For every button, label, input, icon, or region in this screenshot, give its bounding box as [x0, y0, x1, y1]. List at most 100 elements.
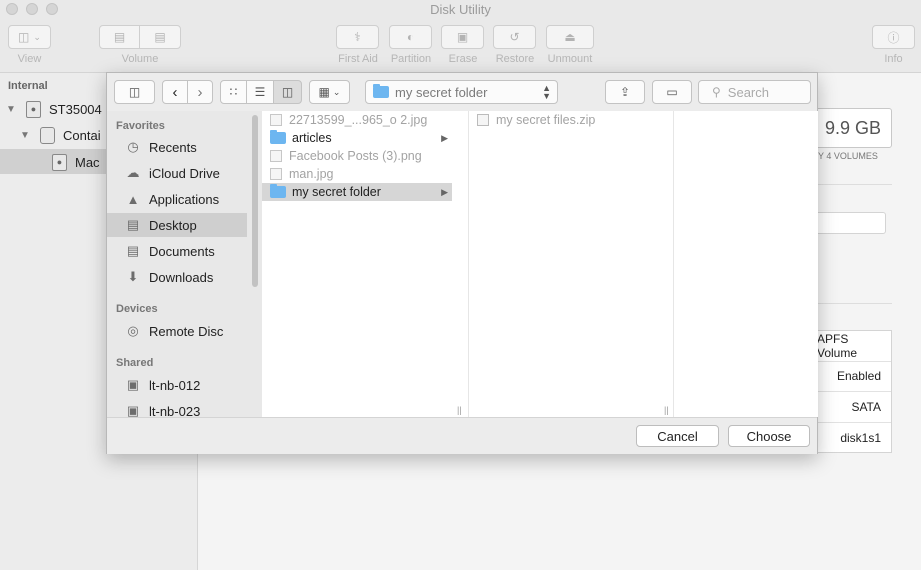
back-button[interactable]: ‹ [162, 80, 188, 104]
sidebar-item-documents[interactable]: ▤ Documents [107, 239, 247, 263]
disc-icon: ◎ [127, 323, 139, 338]
list-item[interactable]: articles ▶ [262, 129, 452, 147]
sidebar-item-icloud-drive[interactable]: ☁ iCloud Drive [107, 161, 247, 185]
list-item[interactable]: 22713599_...965_o 2.jpg [262, 111, 452, 129]
info-icon: ⓘ [887, 30, 900, 45]
remove-volume-icon: ▤ [154, 30, 166, 44]
sidebar-item-disk[interactable]: ▼ ● ST35004 [6, 98, 102, 120]
first-aid-button[interactable]: ⚕ [336, 25, 379, 49]
search-field[interactable]: ⚲ Search [698, 80, 811, 104]
sidebar-item-desktop[interactable]: ▤ Desktop [107, 213, 247, 237]
sidebar-item-applications[interactable]: ▲ Applications [107, 187, 247, 211]
sidebar-item-lt-nb-012[interactable]: ▣ lt-nb-012 [107, 373, 247, 397]
icon-view-button[interactable]: ∷ [220, 80, 247, 104]
file-name: 22713599_...965_o 2.jpg [289, 113, 428, 127]
computer-icon: ▣ [126, 403, 140, 417]
group-button[interactable]: ▦ ⌄ [309, 80, 350, 104]
list-item[interactable]: Facebook Posts (3).png [262, 147, 452, 165]
sidebar-item-label: ST35004 [49, 101, 102, 117]
sidebar-item-label: Downloads [149, 269, 214, 285]
sidebar-item-lt-nb-023[interactable]: ▣ lt-nb-023 [107, 399, 247, 417]
sidebar-item-label: Recents [149, 139, 197, 155]
open-panel: ◫ ‹ › ∷ ☰ ◫ ▦ ⌄ my secret folder ▲ ▼ ⇪ ▭ ⚲… [106, 72, 818, 454]
disclosure-triangle-icon[interactable]: ▼ [20, 130, 34, 141]
list-item[interactable]: my secret files.zip [469, 111, 659, 129]
sidebar-item-label: Desktop [149, 217, 197, 233]
erase-button[interactable]: ▣ [441, 25, 484, 49]
info-connection-value: SATA [817, 392, 891, 423]
volume-label: Volume [121, 53, 159, 65]
file-name: man.jpg [289, 167, 334, 181]
sidebar-scrollbar[interactable] [252, 115, 258, 287]
view-button[interactable]: ◫ ⌄ [8, 25, 51, 49]
sidebar-item-downloads[interactable]: ⬇ Downloads [107, 265, 247, 289]
browser-column-preview [673, 111, 818, 417]
erase-icon: ▣ [456, 30, 469, 44]
column-resize-handle[interactable]: || [664, 405, 669, 415]
sidebar-item-container[interactable]: ▼ Contai [20, 124, 101, 146]
view-label: View [17, 53, 42, 65]
restore-button[interactable]: ↺ [493, 25, 536, 49]
container-icon [40, 126, 55, 144]
file-name: articles [292, 131, 332, 145]
add-volume-button[interactable]: ▤ [99, 25, 140, 49]
stethoscope-icon: ⚕ [354, 30, 361, 44]
info-button[interactable]: ⓘ [872, 25, 915, 49]
location-popup[interactable]: my secret folder ▲ ▼ [365, 80, 558, 104]
sidebar-item-label: Remote Disc [149, 323, 224, 339]
sidebar-item-label: Contai [63, 127, 101, 143]
sidebar-item-volume[interactable]: ● Mac [52, 151, 100, 173]
sidebar-toggle-icon: ◫ [18, 30, 30, 44]
folder-icon [270, 130, 286, 144]
applications-icon: ▲ [126, 191, 140, 207]
list-item[interactable]: man.jpg [262, 165, 452, 183]
info-label: Info [884, 53, 903, 65]
location-popup-label: my secret folder [395, 84, 488, 100]
tags-button[interactable]: ▭ [652, 80, 692, 104]
chevron-down-icon: ⌄ [332, 86, 341, 97]
partition-label: Partition [390, 53, 432, 65]
image-file-icon [270, 114, 282, 126]
sidebar-item-recents[interactable]: ◷ Recents [107, 135, 247, 159]
browser-column-desktop: 22713599_...965_o 2.jpg articles ▶ Faceb… [262, 111, 469, 417]
devices-heading: Devices [116, 303, 158, 315]
capacity-display: 9.9 GB [810, 108, 892, 148]
info-owners-value: Enabled [817, 362, 891, 392]
image-file-icon [270, 168, 282, 180]
column-view-button[interactable]: ◫ [273, 80, 302, 104]
sidebar-section-internal: Internal [8, 80, 48, 92]
first-aid-label: First Aid [338, 53, 378, 65]
toggle-sidebar-button[interactable]: ◫ [114, 80, 155, 104]
cloud-icon: ☁ [126, 165, 140, 180]
list-view-button[interactable]: ☰ [246, 80, 274, 104]
choose-button[interactable]: Choose [728, 425, 810, 447]
forward-button[interactable]: › [187, 80, 213, 104]
file-name: my secret folder [292, 185, 381, 199]
unmount-label: Unmount [547, 53, 593, 65]
cancel-button[interactable]: Cancel [636, 425, 719, 447]
list-item[interactable]: my secret folder ▶ [262, 183, 452, 201]
icon-grid-icon: ∷ [229, 85, 238, 99]
documents-icon: ▤ [126, 243, 140, 258]
unmount-button[interactable]: ⏏ [546, 25, 594, 49]
browser-column-my-secret-folder: my secret files.zip || [468, 111, 675, 417]
hard-drive-icon: ● [26, 100, 41, 118]
restore-icon: ↺ [509, 30, 520, 44]
info-type-value: APFS Volume [817, 331, 891, 362]
zip-file-icon [477, 114, 489, 126]
disclosure-triangle-icon[interactable]: ▼ [6, 104, 20, 115]
remove-volume-button[interactable]: ▤ [139, 25, 181, 49]
column-resize-handle[interactable]: || [457, 405, 462, 415]
favorites-heading: Favorites [116, 120, 165, 132]
list-icon: ☰ [254, 85, 266, 99]
chevron-down-icon: ⌄ [33, 31, 41, 42]
share-icon: ⇪ [619, 85, 631, 99]
group-grid-icon: ▦ [318, 85, 330, 99]
sidebar-item-remote-disc[interactable]: ◎ Remote Disc [107, 319, 247, 343]
downloads-icon: ⬇ [127, 269, 139, 284]
sidebar-item-label: lt-nb-012 [149, 377, 201, 393]
share-button[interactable]: ⇪ [605, 80, 645, 104]
disclosure-arrow-icon: ▶ [441, 132, 448, 143]
sidebar-item-label: Documents [149, 243, 215, 259]
partition-button[interactable]: ◐ [389, 25, 432, 49]
